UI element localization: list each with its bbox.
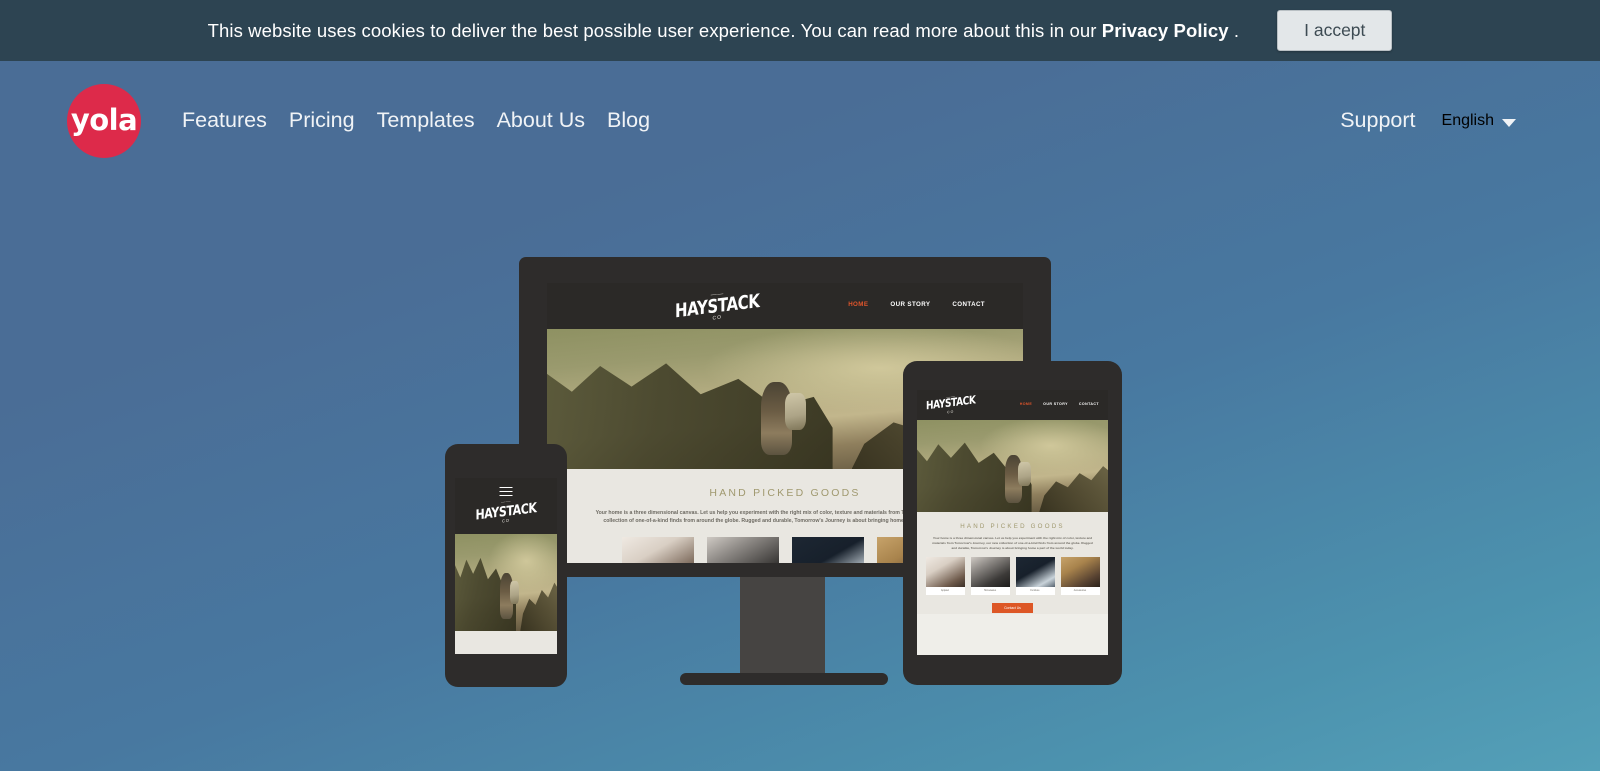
yola-logo[interactable]: yola [67, 84, 141, 158]
nav-item-pricing[interactable]: Pricing [289, 108, 355, 133]
mockup-site-topbar: ―― HAYSTACK CO [455, 478, 557, 534]
phone-mockup: ―― HAYSTACK CO [445, 444, 567, 687]
product-label: Accessories [1073, 590, 1087, 593]
mockup-nav-home[interactable]: HOME [1020, 402, 1032, 406]
mockup-site-nav: HOME OUR STORY CONTACT [848, 301, 985, 308]
mockup-nav-contact[interactable]: CONTACT [1079, 402, 1099, 406]
cookie-banner-text: This website uses cookies to deliver the… [208, 20, 1240, 42]
secondary-navigation: Support English [1340, 108, 1516, 133]
mockup-nav-our-story[interactable]: OUR STORY [1043, 402, 1068, 406]
tablet-mockup: ―― HAYSTACK CO HOME OUR STORY CONTACT HA… [903, 361, 1122, 685]
product-image [925, 557, 965, 588]
product-card[interactable]: Homewares [970, 557, 1010, 596]
product-card[interactable]: Apparel [925, 557, 965, 596]
chevron-down-icon [1502, 118, 1516, 127]
product-card[interactable]: Homewares [706, 537, 779, 563]
product-label: Homewares [983, 590, 997, 593]
hamburger-menu-icon[interactable] [499, 487, 513, 499]
product-image [621, 537, 694, 563]
haystack-brand-logo: ―― HAYSTACK CO [926, 394, 975, 415]
hero-ridge-right [520, 581, 557, 631]
nav-item-templates[interactable]: Templates [377, 108, 475, 133]
yola-logo-text: yola [70, 102, 138, 137]
support-link[interactable]: Support [1340, 108, 1415, 133]
phone-screen: ―― HAYSTACK CO [455, 478, 557, 654]
page-root: This website uses cookies to deliver the… [0, 0, 1600, 771]
cookie-consent-banner: This website uses cookies to deliver the… [0, 0, 1600, 61]
hero-ridge-right [1039, 464, 1108, 512]
mockup-nav-our-story[interactable]: OUR STORY [890, 301, 930, 308]
mockup-site-topbar: ―― HAYSTACK CO HOME OUR STORY CONTACT [547, 283, 1023, 329]
nav-item-blog[interactable]: Blog [607, 108, 650, 133]
haystack-brand-logo: ―― HAYSTACK CO [475, 498, 536, 523]
hero-backpack [510, 580, 520, 604]
mockup-goods-section [455, 631, 557, 654]
hero-backpack [785, 393, 807, 430]
product-label: Apparel [941, 590, 949, 593]
product-image [1060, 557, 1100, 588]
product-image [791, 537, 864, 563]
product-card[interactable]: Apparel [621, 537, 694, 563]
cookie-text-before: This website uses cookies to deliver the… [207, 19, 1102, 41]
product-image [706, 537, 779, 563]
nav-item-about-us[interactable]: About Us [497, 108, 585, 133]
mockup-site-nav: HOME OUR STORY CONTACT [1020, 402, 1099, 406]
mockup-section-copy: Your home is a three dimensional canvas.… [932, 536, 1093, 550]
monitor-stand-neck [740, 577, 825, 676]
mockup-contact-us-button[interactable]: Contact Us [992, 603, 1033, 614]
mockup-nav-contact[interactable]: CONTACT [952, 301, 985, 308]
tablet-screen: ―― HAYSTACK CO HOME OUR STORY CONTACT HA… [917, 390, 1108, 655]
mockup-product-cards: Apparel Homewares Furniture Accesso [917, 557, 1108, 596]
nav-item-features[interactable]: Features [182, 108, 267, 133]
site-header: yola Features Pricing Templates About Us… [0, 61, 1600, 181]
product-image [1015, 557, 1055, 588]
product-card[interactable]: Furniture [1015, 557, 1055, 596]
privacy-policy-link[interactable]: Privacy Policy [1102, 20, 1229, 41]
language-selector[interactable]: English [1442, 112, 1516, 130]
product-label: Furniture [1030, 590, 1040, 593]
mockup-hero-image [455, 534, 557, 631]
mockup-hero-image [917, 420, 1108, 512]
mockup-nav-home[interactable]: HOME [848, 301, 868, 308]
cookie-text-after: . [1228, 19, 1240, 41]
mockup-section-title: HAND PICKED GOODS [960, 523, 1065, 530]
accept-cookies-button[interactable]: I accept [1277, 10, 1393, 51]
monitor-stand-base [680, 673, 888, 685]
primary-navigation: Features Pricing Templates About Us Blog [182, 108, 672, 133]
language-selector-label: English [1441, 111, 1494, 129]
product-card[interactable]: Accessories [1060, 557, 1100, 596]
mockup-goods-section: HAND PICKED GOODS Your home is a three d… [917, 512, 1108, 615]
product-card[interactable]: Furniture [791, 537, 864, 563]
mockup-site-topbar: ―― HAYSTACK CO HOME OUR STORY CONTACT [917, 390, 1108, 420]
hero-backpack [1018, 462, 1031, 487]
haystack-brand-logo: ―― HAYSTACK CO [675, 289, 760, 322]
product-image [970, 557, 1010, 588]
